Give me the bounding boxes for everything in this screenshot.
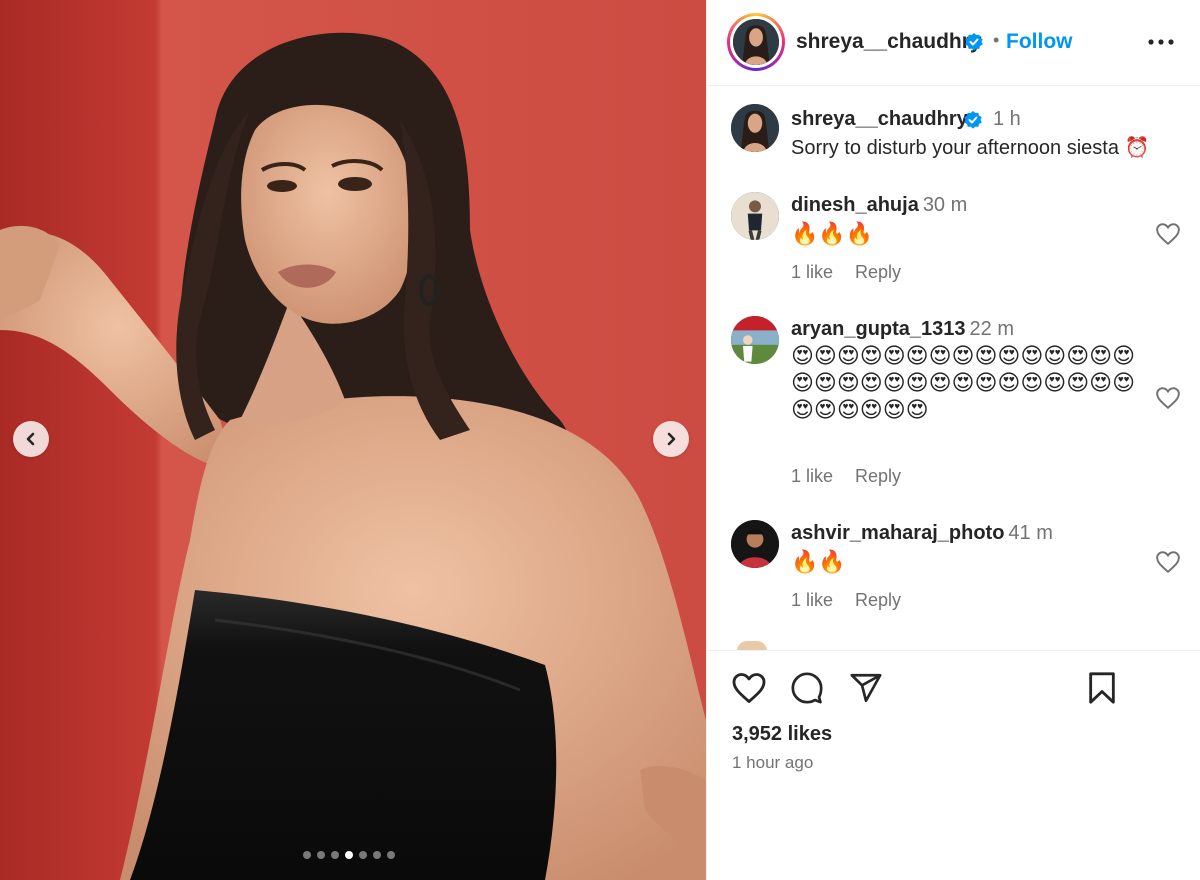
caption-avatar-image [731,104,779,152]
comment-time: 30 m [922,194,968,216]
comment-like-count[interactable]: 1 like [791,466,833,486]
more-horizontal-icon[interactable] [1147,32,1175,52]
comment-text: 🔥🔥🔥 [791,221,874,246]
comment-icon[interactable] [790,671,824,705]
header-separator: • [993,30,1000,50]
caption-time: 1 h [993,108,1021,130]
caption-username[interactable]: shreya__chaudhry [791,108,968,131]
save-bookmark-icon[interactable] [1087,671,1117,705]
caption-avatar[interactable] [731,104,779,152]
comment-avatar-image [731,316,779,364]
reply-button[interactable]: Reply [855,466,901,486]
comment-time: 41 m [1008,522,1053,544]
slide-indicator [303,851,395,859]
comment-username[interactable]: ashvir_maharaj_photo [791,522,1004,544]
comment-meta: 1 like Reply [791,466,901,487]
slide-dot-active [345,851,353,859]
comment-like-heart-icon[interactable] [1155,386,1181,410]
post-details-panel: shreya__chaudhry • Follow shreya__chaudh… [706,0,1200,880]
comment-like-heart-icon[interactable] [1155,222,1181,246]
comment-header: dinesh_ahuja 30 m [791,194,967,217]
reply-button[interactable]: Reply [855,590,901,610]
comment-like-heart-icon[interactable] [1155,550,1181,574]
slide-dot [373,851,381,859]
post-media [0,0,706,880]
follow-button[interactable]: Follow [1006,30,1073,54]
comment-time: 22 m [969,318,1015,340]
next-slide-button[interactable] [653,421,689,457]
like-heart-icon[interactable] [731,671,767,705]
comment-text: 😍😍😍😍😍😍😍😍😍😍😍😍😍😍😍😍😍😍😍😍😍😍😍😍😍😍😍😍😍😍😍😍😍😍😍😍 [791,343,1136,422]
chevron-left-icon [26,432,35,446]
like-count[interactable]: 3,952 likes [732,723,832,746]
caption-text: Sorry to disturb your afternoon siesta ⏰ [791,137,1150,159]
previous-slide-button[interactable] [13,421,49,457]
post-photo [0,0,706,880]
comment-avatar[interactable] [731,316,779,364]
comment-header: aryan_gupta_1313 22 m [791,318,1014,341]
comment-text: 🔥🔥 [791,549,846,574]
comment-like-count[interactable]: 1 like [791,262,833,282]
comment-avatar[interactable] [731,520,779,568]
verified-badge-icon [964,111,982,129]
comment-meta: 1 like Reply [791,262,901,283]
comment-header: ashvir_maharaj_photo 41 m [791,522,1053,545]
author-avatar[interactable] [727,13,785,71]
author-avatar-image [733,19,779,65]
comment-avatar-image [731,192,779,240]
comment-username[interactable]: aryan_gupta_1313 [791,318,966,340]
slide-dot [303,851,311,859]
share-icon[interactable] [849,671,883,705]
reply-button[interactable]: Reply [855,262,901,282]
posted-time: 1 hour ago [732,753,814,772]
post-header: shreya__chaudhry • Follow [707,0,1200,86]
verified-badge-icon [965,33,983,51]
author-username[interactable]: shreya__chaudhry [796,30,982,54]
slide-dot [387,851,395,859]
comment-meta: 1 like Reply [791,590,901,611]
slide-dot [317,851,325,859]
comment-like-count[interactable]: 1 like [791,590,833,610]
slide-dot [359,851,367,859]
post-actions: 3,952 likes 1 hour ago [707,650,1200,880]
comment-avatar[interactable] [731,192,779,240]
comment-avatar-image [731,520,779,568]
slide-dot [331,851,339,859]
chevron-right-icon [667,432,676,446]
comment-username[interactable]: dinesh_ahuja [791,194,919,216]
